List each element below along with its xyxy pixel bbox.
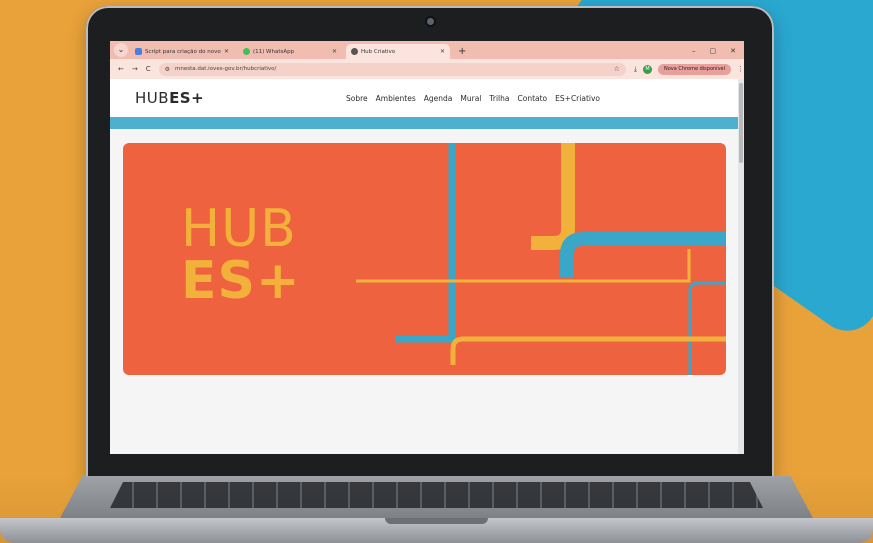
nav-link-contato[interactable]: Contato [518,94,548,103]
hero-line-blue-right [688,281,726,375]
laptop-notch [385,518,488,524]
hero-banner: HUB ES+ [123,143,726,375]
toolbar-right: ⤓ M Nova Chrome disponível ⋮ [634,63,744,75]
laptop-screen: ⌄ Script para criação do novo site ✕ (11… [110,41,744,454]
site-logo[interactable]: HUBES+ [135,89,204,107]
tab-search-icon[interactable]: ⌄ [114,43,128,57]
maximize-button[interactable]: ▢ [710,47,717,55]
browser-tab-bar: ⌄ Script para criação do novo site ✕ (11… [110,41,744,59]
site-nav: Sobre Ambientes Agenda Mural Trilha Cont… [346,94,600,103]
logo-text-hub: HUB [135,89,170,107]
nav-link-trilha[interactable]: Trilha [489,94,509,103]
scrollbar-thumb[interactable] [739,83,743,163]
address-bar[interactable]: ⚙ mnesta.dat.ioves-gov.br/hubcriativo/ ☆ [158,62,626,76]
minimize-button[interactable]: – [692,47,696,55]
nav-link-es-criativo[interactable]: ES+Criativo [555,94,600,103]
hero-shape-yellow-hook [531,143,575,250]
reload-button[interactable]: C [146,65,151,73]
laptop-base [0,476,873,543]
bookmark-star-icon[interactable]: ☆ [614,65,620,73]
hero-title-line1: HUB [181,199,297,259]
hero-title: HUB ES+ [181,203,301,307]
hero-line-blue-left [395,143,456,343]
webcam-icon [427,18,434,25]
page-scrollbar[interactable] [738,79,744,454]
hero-line-yellow-long [356,249,691,283]
globe-icon [351,48,358,55]
close-window-button[interactable]: ✕ [730,47,736,55]
address-text: mnesta.dat.ioves-gov.br/hubcriativo/ [175,66,277,72]
download-icon[interactable]: ⤓ [634,65,637,74]
docs-icon [135,48,142,55]
nav-link-mural[interactable]: Mural [460,94,481,103]
tab-label: (11) WhatsApp [253,48,295,55]
nav-link-sobre[interactable]: Sobre [346,94,368,103]
tab-whatsapp[interactable]: (11) WhatsApp ✕ [238,44,342,59]
tab-label: Script para criação do novo site [145,48,221,55]
hero-shape-blue-bend [560,232,726,277]
new-tab-button[interactable]: + [458,46,466,57]
tab-hub-criativo[interactable]: Hub Criativo ✕ [346,44,450,59]
keyboard [110,482,763,508]
close-tab-icon[interactable]: ✕ [332,48,337,55]
close-tab-icon[interactable]: ✕ [224,48,229,55]
menu-icon[interactable]: ⋮ [737,65,744,73]
web-page: HUBES+ Sobre Ambientes Agenda Mural Tril… [110,79,744,454]
site-header: HUBES+ Sobre Ambientes Agenda Mural Tril… [110,79,738,117]
logo-text-es: ES+ [169,89,205,107]
browser-toolbar: ← → C ⚙ mnesta.dat.ioves-gov.br/hubcriat… [110,59,744,79]
close-tab-icon[interactable]: ✕ [440,48,445,55]
site-info-icon[interactable]: ⚙ [165,66,170,73]
nav-link-ambientes[interactable]: Ambientes [376,94,416,103]
tab-label: Hub Criativo [361,48,396,55]
back-button[interactable]: ← [118,65,124,73]
nav-link-agenda[interactable]: Agenda [424,94,453,103]
update-chrome-button[interactable]: Nova Chrome disponível [658,63,731,75]
profile-avatar[interactable]: M [643,64,652,74]
header-accent-strip [110,117,738,129]
whatsapp-icon [243,48,250,55]
window-controls: – ▢ ✕ [692,47,744,59]
hero-title-line2: ES+ [181,251,301,311]
tab-script[interactable]: Script para criação do novo site ✕ [130,44,234,59]
hero-line-yellow-bottom [450,336,726,365]
forward-button[interactable]: → [132,65,138,73]
